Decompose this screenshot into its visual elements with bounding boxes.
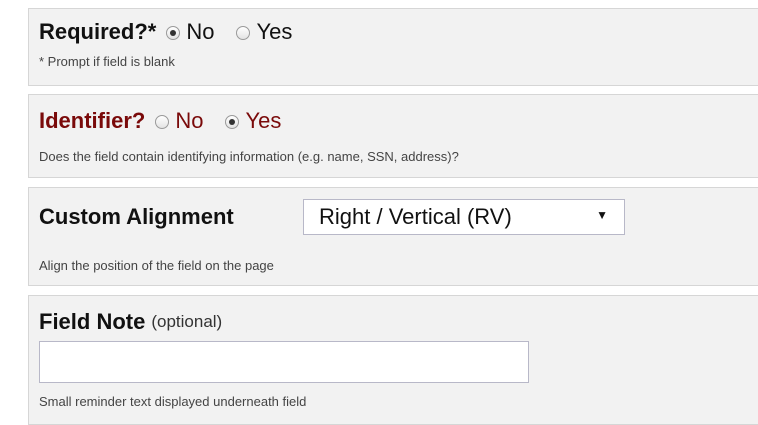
required-yes-radio[interactable] [236,26,251,40]
field-note-section: Field Note (optional) Small reminder tex… [28,295,758,425]
field-note-input[interactable] [39,341,529,383]
alignment-label: Custom Alignment [39,204,234,229]
required-yes-label[interactable]: Yes [256,19,292,45]
required-help-text: * Prompt if field is blank [39,54,175,69]
dropdown-caret-icon: ▼ [596,208,608,222]
alignment-section: Custom Alignment Right / Vertical (RV) ▼… [28,187,758,286]
identifier-help-text: Does the field contain identifying infor… [39,149,459,164]
identifier-yes-radio[interactable] [225,115,240,129]
field-note-help-text: Small reminder text displayed underneath… [39,394,307,409]
required-row: Required?* No Yes [39,19,292,45]
required-no-label[interactable]: No [186,19,214,45]
required-label: Required?* [39,19,157,44]
identifier-no-radio[interactable] [155,115,170,129]
required-section: Required?* No Yes * Prompt if field is b… [28,8,758,86]
required-no-radio[interactable] [166,26,181,40]
identifier-label: Identifier? [39,108,146,133]
alignment-help-text: Align the position of the field on the p… [39,258,274,273]
alignment-selected-value: Right / Vertical (RV) [319,204,512,229]
identifier-section: Identifier? No Yes Does the field contai… [28,94,758,178]
field-note-label: Field Note [39,309,146,334]
field-note-row: Field Note (optional) [39,309,222,335]
identifier-row: Identifier? No Yes [39,108,281,134]
identifier-no-label[interactable]: No [175,108,203,134]
identifier-yes-label[interactable]: Yes [245,108,281,134]
field-note-optional-text: (optional) [151,312,223,331]
alignment-row: Custom Alignment [39,204,234,230]
alignment-select[interactable]: Right / Vertical (RV) ▼ [303,199,625,235]
